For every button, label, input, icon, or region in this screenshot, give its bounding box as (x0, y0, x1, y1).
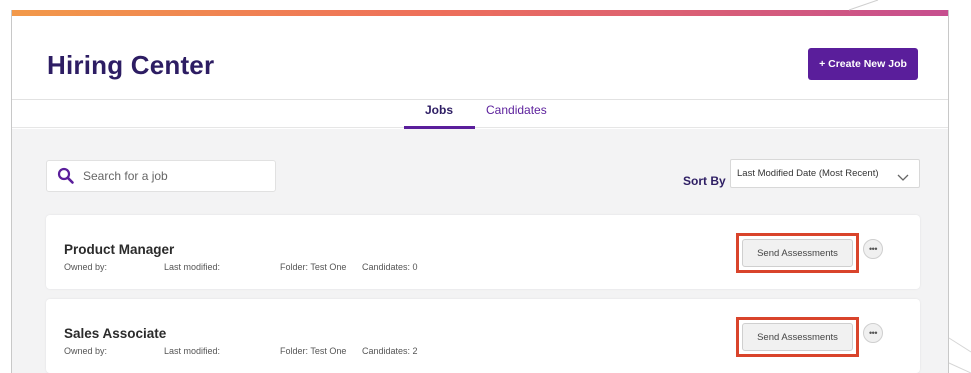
decorative-lines (848, 0, 971, 373)
